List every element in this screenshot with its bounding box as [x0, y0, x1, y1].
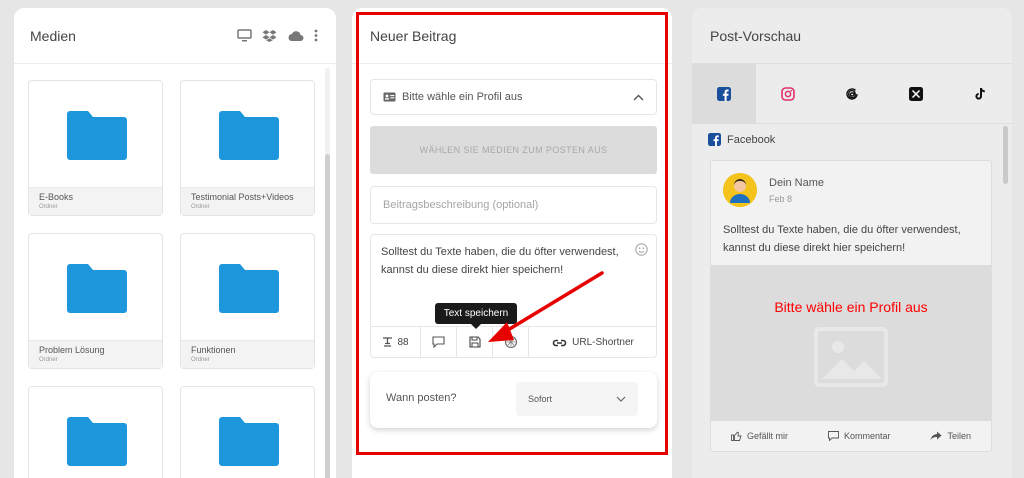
character-count: 88 [371, 327, 421, 357]
media-header: Medien [14, 8, 336, 64]
folder-name: Testimonial Posts+Videos [191, 192, 294, 202]
schedule-select[interactable]: Sofort [516, 382, 638, 416]
preview-network-label: Facebook [708, 133, 775, 146]
folder-card[interactable]: Testimonial Posts+Videos Ordner [180, 80, 315, 216]
media-title: Medien [30, 27, 76, 44]
media-panel: Medien E-Books Ordner Testimonial Posts+V… [14, 8, 336, 478]
folder-name: E-Books [39, 192, 74, 202]
thumbs-up-icon [731, 431, 742, 441]
post-image-placeholder: Bitte wähle ein Profil aus [711, 265, 991, 421]
comment-icon [432, 336, 445, 348]
facebook-icon [708, 133, 721, 146]
post-preview-card: Dein Name Feb 8 Solltest du Texte haben,… [710, 160, 992, 452]
schedule-card: Wann posten? Sofort [370, 372, 657, 428]
comment-action-button[interactable]: Kommentar [828, 431, 891, 441]
post-actions: Gefällt mir Kommentar Teilen [711, 421, 991, 451]
folder-type: Ordner [191, 357, 210, 363]
tab-tiktok[interactable] [948, 64, 1012, 123]
instagram-icon [781, 86, 795, 101]
folder-card[interactable]: Problem Lösung Ordner [28, 233, 163, 369]
id-card-icon [383, 92, 396, 102]
media-source-icons [237, 29, 318, 42]
folder-icon [219, 264, 279, 313]
preview-scrollbar[interactable] [1003, 126, 1008, 184]
folder-name: Problem Lösung [39, 345, 105, 355]
preview-network-name: Facebook [727, 133, 776, 146]
text-size-icon [383, 337, 393, 347]
media-scrollbar-thumb[interactable] [325, 154, 330, 478]
folder-icon [67, 417, 127, 466]
cloud-icon[interactable] [287, 30, 304, 42]
character-count-value: 88 [397, 336, 409, 348]
editor-text[interactable]: Solltest du Texte haben, die du öfter ve… [381, 243, 633, 279]
folder-type: Ordner [191, 204, 210, 210]
text-editor[interactable]: Solltest du Texte haben, die du öfter ve… [370, 234, 657, 358]
comment-button[interactable] [421, 327, 457, 357]
user-avatar-icon [723, 173, 757, 207]
share-label: Teilen [947, 431, 971, 441]
x-icon [909, 86, 923, 101]
choose-media-button[interactable]: WÄHLEN SIE MEDIEN ZUM POSTEN AUS [370, 126, 657, 174]
url-shortener-label: URL-Shortner [572, 336, 634, 348]
chevron-up-icon [633, 94, 644, 100]
post-author: Dein Name [769, 177, 825, 189]
ai-sparkle-icon [504, 335, 517, 349]
tiktok-icon [974, 87, 985, 100]
avatar [723, 173, 757, 207]
like-button[interactable]: Gefällt mir [731, 431, 788, 441]
ai-assist-button[interactable] [493, 327, 529, 357]
comment-icon [828, 431, 839, 441]
post-text: Solltest du Texte haben, die du öfter ve… [723, 224, 961, 254]
more-vertical-icon[interactable] [314, 29, 318, 42]
network-tabs [692, 64, 1012, 124]
preview-title: Post-Vorschau [710, 27, 802, 44]
floppy-disk-icon [468, 336, 481, 348]
share-icon [930, 431, 942, 441]
schedule-select-value: Sofort [528, 394, 553, 404]
new-post-title: Neuer Beitrag [370, 27, 457, 44]
new-post-header: Neuer Beitrag [352, 8, 672, 64]
profile-select-label: Bitte wähle ein Profil aus [402, 91, 523, 103]
tab-threads[interactable] [820, 64, 884, 123]
comment-label: Kommentar [843, 431, 891, 441]
folder-name: Funktionen [191, 345, 236, 355]
facebook-icon [717, 86, 731, 101]
folder-icon [67, 264, 127, 313]
save-text-button[interactable] [457, 327, 493, 357]
folder-card[interactable]: Funktionen Ordner [180, 233, 315, 369]
preview-header: Post-Vorschau [692, 8, 1012, 64]
url-shortener-button[interactable]: URL-Shortner [529, 327, 656, 357]
chevron-down-icon [616, 396, 626, 402]
share-button[interactable]: Teilen [930, 431, 971, 441]
dropbox-icon[interactable] [262, 29, 277, 42]
editor-toolbar: 88 URL-Shortner [371, 326, 656, 357]
folder-card[interactable]: E-Books Ordner [28, 80, 163, 216]
folder-icon [219, 417, 279, 466]
save-text-tooltip: Text speichern [435, 303, 517, 329]
post-date: Feb 8 [769, 194, 793, 204]
schedule-label: Wann posten? [386, 392, 457, 404]
folder-type: Ordner [39, 204, 58, 210]
tab-x[interactable] [884, 64, 948, 123]
computer-icon[interactable] [237, 29, 252, 42]
folder-icon [219, 111, 279, 160]
select-profile-warning: Bitte wähle ein Profil aus [774, 299, 928, 315]
profile-select[interactable]: Bitte wähle ein Profil aus [370, 79, 657, 115]
threads-icon [846, 87, 858, 100]
tab-instagram[interactable] [756, 64, 820, 123]
like-label: Gefällt mir [746, 431, 788, 441]
emoji-icon[interactable] [635, 243, 648, 256]
link-icon [552, 339, 567, 346]
media-scrollbar[interactable] [325, 68, 330, 478]
image-placeholder-icon [814, 327, 888, 387]
folder-type: Ordner [39, 357, 58, 363]
folder-card[interactable] [180, 386, 315, 478]
preview-panel: Post-Vorschau Facebook Dein Name Feb 8 S… [692, 8, 1012, 478]
tab-facebook[interactable] [692, 64, 756, 123]
folder-icon [67, 111, 127, 160]
description-input[interactable] [370, 186, 657, 224]
folder-card[interactable] [28, 386, 163, 478]
